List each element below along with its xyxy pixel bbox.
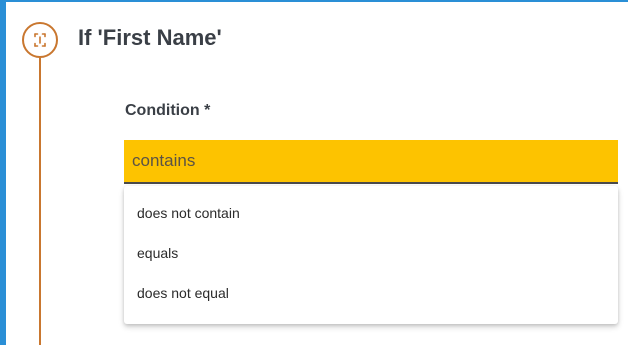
option-equals[interactable]: equals	[124, 238, 618, 278]
step-node	[22, 22, 58, 58]
step-title: If 'First Name'	[78, 25, 222, 50]
condition-selected-value: contains	[132, 151, 196, 170]
condition-dropdown-menu: does not contain equals does not equal	[124, 186, 618, 324]
option-does-not-equal[interactable]: does not equal	[124, 278, 618, 318]
dashed-bracket-circle-icon	[34, 33, 46, 47]
condition-select[interactable]: contains	[124, 140, 618, 184]
timeline-connector	[39, 58, 41, 345]
condition-label: Condition *	[125, 102, 211, 119]
top-border	[0, 0, 628, 2]
left-accent-border	[0, 0, 6, 345]
option-does-not-contain[interactable]: does not contain	[124, 198, 618, 238]
